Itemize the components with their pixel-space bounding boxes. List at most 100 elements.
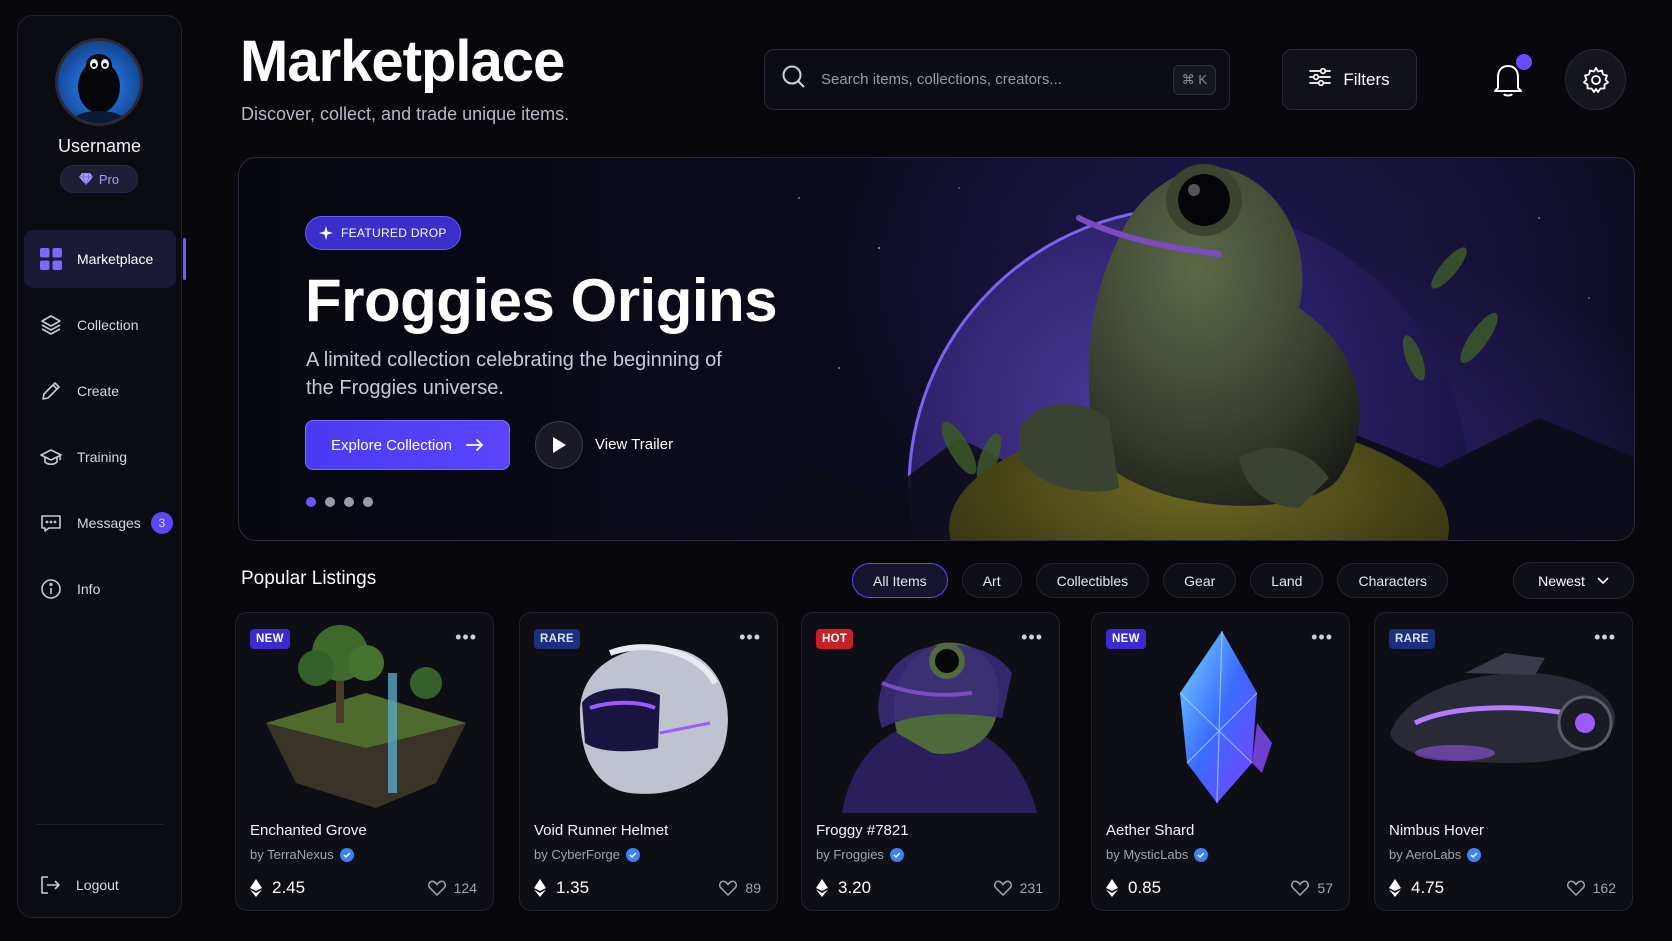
avatar[interactable] — [55, 38, 143, 126]
popular-listings-title: Popular Listings — [241, 568, 377, 589]
hero-title: Froggies Origins — [305, 267, 778, 334]
creator-name: by TerraNexus — [250, 847, 334, 862]
explore-collection-button[interactable]: Explore Collection — [305, 420, 510, 470]
listing-card[interactable]: RARE ••• Void Runner Helmet by CyberForg… — [519, 612, 778, 911]
like-count: 162 — [1592, 880, 1616, 896]
item-creator[interactable]: by Froggies — [816, 847, 904, 862]
page-title: Marketplace — [240, 29, 565, 94]
like-count: 124 — [453, 880, 477, 896]
play-icon — [553, 437, 566, 453]
pencil-icon — [39, 379, 63, 403]
ethereum-icon — [1389, 879, 1401, 897]
tab-characters[interactable]: Characters — [1337, 563, 1448, 598]
sidebar-item-marketplace[interactable]: Marketplace — [24, 230, 186, 288]
featured-drop-badge: FEATURED DROP — [305, 216, 461, 250]
new-badge: NEW — [250, 629, 290, 649]
messages-count-badge: 3 — [150, 512, 173, 534]
arrow-right-icon — [466, 439, 484, 451]
graduation-cap-icon — [39, 445, 63, 469]
ethereum-icon — [1106, 879, 1118, 897]
like-button[interactable]: 124 — [427, 880, 477, 896]
tab-land[interactable]: Land — [1250, 563, 1324, 598]
sort-dropdown[interactable]: Newest — [1513, 562, 1634, 599]
sidebar-item-messages[interactable]: Messages 3 — [24, 494, 176, 552]
tab-collectibles[interactable]: Collectibles — [1035, 563, 1150, 598]
logout-icon — [38, 873, 62, 897]
username: Username — [57, 136, 142, 156]
item-name: Enchanted Grove — [250, 822, 367, 839]
listing-card[interactable]: NEW ••• Enchanted Grove by TerraNexus 2.… — [235, 612, 494, 911]
listing-card[interactable]: NEW ••• Aether Shard by MysticLabs 0.85 … — [1091, 612, 1350, 911]
filters-label: Filters — [1343, 69, 1390, 89]
ethereum-icon — [816, 879, 828, 897]
featured-banner: FEATURED DROP Froggies Origins A limited… — [238, 157, 1635, 541]
view-trailer-link[interactable]: View Trailer — [595, 436, 673, 453]
like-button[interactable]: 162 — [1566, 880, 1616, 896]
verified-icon — [1194, 847, 1209, 862]
like-button[interactable]: 231 — [993, 880, 1043, 896]
item-creator[interactable]: by MysticLabs — [1106, 847, 1209, 862]
like-button[interactable]: 89 — [719, 880, 761, 896]
filters-button[interactable]: Filters — [1282, 49, 1417, 110]
item-price: 1.35 — [534, 878, 589, 898]
listings-grid: NEW ••• Enchanted Grove by TerraNexus 2.… — [235, 612, 1633, 912]
sidebar-item-collection[interactable]: Collection — [24, 296, 176, 354]
tab-all-items[interactable]: All Items — [852, 563, 948, 598]
listing-card[interactable]: RARE ••• Nimbus Hover by AeroLabs 4.75 1… — [1374, 612, 1633, 911]
creator-name: by AeroLabs — [1389, 847, 1462, 862]
like-count: 231 — [1019, 880, 1043, 896]
heart-icon — [993, 880, 1012, 896]
price-value: 2.45 — [272, 878, 306, 897]
creator-name: by Froggies — [816, 847, 884, 862]
chevron-down-icon — [1597, 576, 1609, 584]
rare-badge: RARE — [534, 629, 580, 649]
sidebar-nav: Marketplace Collection Create Training M… — [24, 230, 186, 626]
hot-badge: HOT — [816, 629, 854, 649]
carousel-dot[interactable] — [344, 497, 354, 507]
carousel-dot[interactable] — [306, 497, 316, 507]
sidebar-item-create[interactable]: Create — [24, 362, 176, 420]
item-creator[interactable]: by CyberForge — [534, 847, 640, 862]
more-options-button[interactable]: ••• — [739, 627, 761, 648]
page-subtitle: Discover, collect, and trade unique item… — [241, 104, 570, 124]
play-trailer-button[interactable] — [535, 421, 583, 469]
featured-drop-label: FEATURED DROP — [341, 226, 447, 240]
sidebar: Username Pro Marketplace Collection Crea… — [17, 15, 186, 918]
sidebar-item-label: Marketplace — [77, 251, 154, 267]
item-creator[interactable]: by AeroLabs — [1389, 847, 1482, 862]
settings-button[interactable] — [1565, 49, 1626, 110]
sidebar-item-label: Messages — [77, 515, 141, 531]
creator-name: by CyberForge — [534, 847, 620, 862]
creator-name: by MysticLabs — [1106, 847, 1189, 862]
pro-badge: Pro — [60, 165, 138, 193]
search-input[interactable] — [821, 71, 1161, 88]
item-creator[interactable]: by TerraNexus — [250, 847, 354, 862]
pro-label: Pro — [98, 171, 120, 187]
sliders-icon — [1309, 67, 1332, 92]
search-shortcut-hint: ⌘ K — [1172, 65, 1216, 95]
tab-art[interactable]: Art — [961, 563, 1022, 598]
tab-gear[interactable]: Gear — [1163, 563, 1237, 598]
diamond-icon — [78, 173, 93, 185]
sidebar-item-info[interactable]: Info — [24, 560, 176, 618]
listing-card[interactable]: HOT ••• Froggy #7821 by Froggies 3.20 23… — [801, 612, 1060, 911]
ethereum-icon — [534, 879, 546, 897]
more-options-button[interactable]: ••• — [1311, 627, 1333, 648]
item-name: Void Runner Helmet — [534, 822, 669, 839]
carousel-dot[interactable] — [363, 497, 373, 507]
verified-icon — [625, 847, 640, 862]
chat-icon — [39, 511, 63, 535]
price-value: 3.20 — [838, 878, 872, 897]
carousel-dot[interactable] — [325, 497, 335, 507]
sidebar-item-label: Info — [77, 581, 101, 597]
more-options-button[interactable]: ••• — [1594, 627, 1616, 648]
logout-button[interactable]: Logout — [38, 873, 119, 897]
item-price: 0.85 — [1106, 878, 1161, 898]
more-options-button[interactable]: ••• — [1021, 627, 1043, 648]
more-options-button[interactable]: ••• — [455, 627, 477, 648]
verified-icon — [339, 847, 354, 862]
item-name: Nimbus Hover — [1389, 822, 1485, 839]
sidebar-item-training[interactable]: Training — [24, 428, 176, 486]
like-button[interactable]: 57 — [1291, 880, 1333, 896]
grid-icon — [39, 247, 63, 271]
